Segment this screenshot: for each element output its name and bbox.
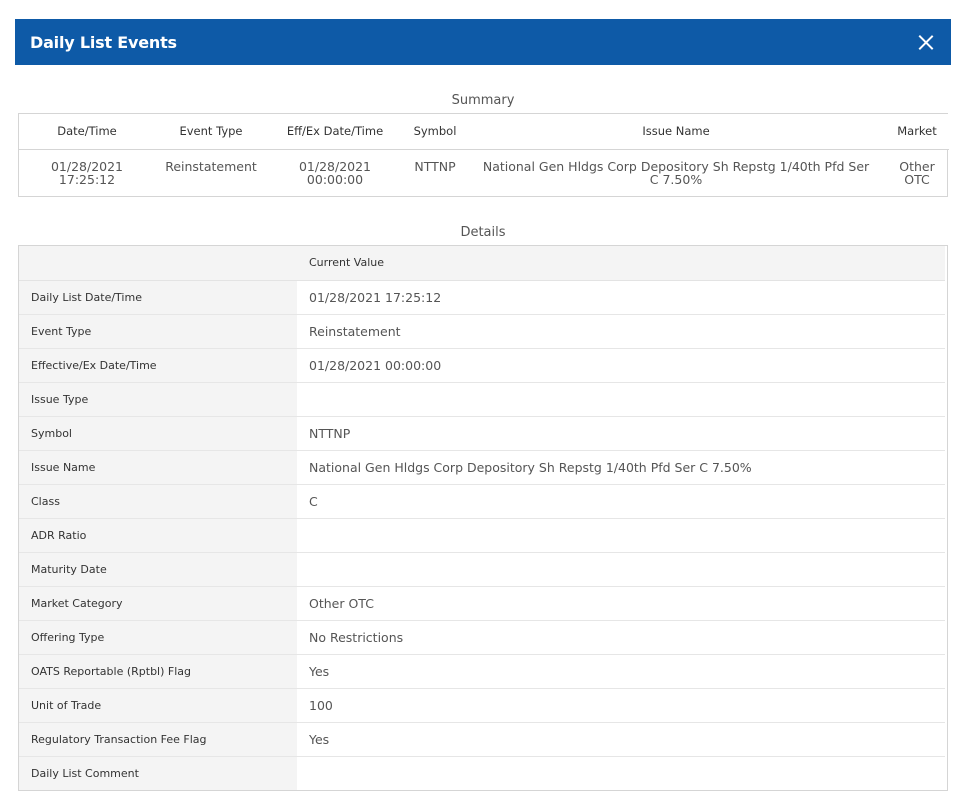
col-header-issue-name[interactable]: Issue Name — [467, 114, 885, 150]
detail-label: Class — [19, 484, 297, 519]
cell-eff-date: 01/28/2021 — [298, 158, 372, 174]
detail-value — [297, 518, 945, 553]
detail-value — [297, 756, 945, 790]
table-row: Daily List Comment — [19, 756, 945, 790]
detail-label: Regulatory Transaction Fee Flag — [19, 722, 297, 757]
table-row: Market Category Other OTC — [19, 586, 945, 621]
detail-value: Yes — [297, 654, 945, 689]
details-caption: Details — [460, 225, 506, 240]
detail-label: Maturity Date — [19, 552, 297, 587]
table-row: Daily List Date/Time 01/28/2021 17:25:12 — [19, 280, 945, 315]
detail-label: Effective/Ex Date/Time — [19, 348, 297, 383]
col-header-eff-ex-datetime[interactable]: Eff/Ex Date/Time — [267, 114, 403, 150]
detail-label: ADR Ratio — [19, 518, 297, 553]
detail-value: 01/28/2021 00:00:00 — [297, 348, 945, 383]
summary-table: Date/Time Event Type Eff/Ex Date/Time Sy… — [18, 113, 949, 197]
detail-label: Offering Type — [19, 620, 297, 655]
close-icon[interactable] — [915, 31, 937, 53]
details-header-row: Current Value — [19, 246, 945, 281]
table-row: Event Type Reinstatement — [19, 314, 945, 349]
cell-eff-time: 00:00:00 — [306, 171, 364, 187]
detail-value: 01/28/2021 17:25:12 — [297, 280, 945, 315]
table-row: Symbol NTTNP — [19, 416, 945, 451]
table-row[interactable]: 01/28/2021 17:25:12 Reinstatement 01/28/… — [19, 149, 949, 196]
detail-value — [297, 552, 945, 587]
dialog-title: Daily List Events — [30, 32, 177, 52]
detail-value: NTTNP — [297, 416, 945, 451]
summary-header-row: Date/Time Event Type Eff/Ex Date/Time Sy… — [19, 114, 949, 150]
cell-issue-name: National Gen Hldgs Corp Depository Sh Re… — [467, 149, 885, 196]
table-row: Regulatory Transaction Fee Flag Yes — [19, 722, 945, 757]
cell-market-line1: Other — [899, 158, 935, 174]
cell-event-type: Reinstatement — [165, 158, 257, 174]
detail-label: Event Type — [19, 314, 297, 349]
col-header-event-type[interactable]: Event Type — [155, 114, 267, 150]
detail-value: National Gen Hldgs Corp Depository Sh Re… — [297, 450, 945, 485]
details-table: Current Value Daily List Date/Time 01/28/… — [18, 245, 948, 791]
cell-symbol: NTTNP — [414, 158, 456, 174]
cell-issue-name-line2: C 7.50% — [649, 171, 703, 187]
table-row: Maturity Date — [19, 552, 945, 587]
table-row: Issue Type — [19, 382, 945, 417]
cell-datetime-date: 01/28/2021 — [50, 158, 124, 174]
cell-issue-name-line1: National Gen Hldgs Corp Depository Sh Re… — [482, 158, 870, 174]
col-header-market[interactable]: Market — [885, 114, 949, 150]
detail-label: Daily List Date/Time — [19, 280, 297, 315]
detail-label: Issue Type — [19, 382, 297, 417]
detail-value: No Restrictions — [297, 620, 945, 655]
detail-value: Other OTC — [297, 586, 945, 621]
table-row: OATS Reportable (Rptbl) Flag Yes — [19, 654, 945, 689]
cell-eff-ex-datetime: 01/28/2021 00:00:00 — [267, 149, 403, 196]
detail-label: Unit of Trade — [19, 688, 297, 723]
detail-value: Yes — [297, 722, 945, 757]
summary-caption: Summary — [451, 93, 515, 108]
detail-label: Daily List Comment — [19, 756, 297, 790]
detail-label: Issue Name — [19, 450, 297, 485]
detail-value: Reinstatement — [297, 314, 945, 349]
table-row: Class C — [19, 484, 945, 519]
table-row: Offering Type No Restrictions — [19, 620, 945, 655]
details-header-current-value: Current Value — [297, 246, 945, 281]
table-row: Effective/Ex Date/Time 01/28/2021 00:00:0… — [19, 348, 945, 383]
cell-market-line2: OTC — [904, 171, 930, 187]
detail-label: Market Category — [19, 586, 297, 621]
detail-value: 100 — [297, 688, 945, 723]
detail-label: OATS Reportable (Rptbl) Flag — [19, 654, 297, 689]
dialog-titlebar: Daily List Events — [15, 19, 951, 65]
cell-datetime: 01/28/2021 17:25:12 — [19, 149, 155, 196]
cell-market: Other OTC — [885, 149, 949, 196]
table-row: Issue Name National Gen Hldgs Corp Deposi… — [19, 450, 945, 485]
col-header-symbol[interactable]: Symbol — [403, 114, 467, 150]
col-header-datetime[interactable]: Date/Time — [19, 114, 155, 150]
detail-value: C — [297, 484, 945, 519]
detail-label: Symbol — [19, 416, 297, 451]
detail-value — [297, 382, 945, 417]
table-row: ADR Ratio — [19, 518, 945, 553]
table-row: Unit of Trade 100 — [19, 688, 945, 723]
details-header-label — [19, 246, 297, 281]
cell-datetime-time: 17:25:12 — [58, 171, 116, 187]
